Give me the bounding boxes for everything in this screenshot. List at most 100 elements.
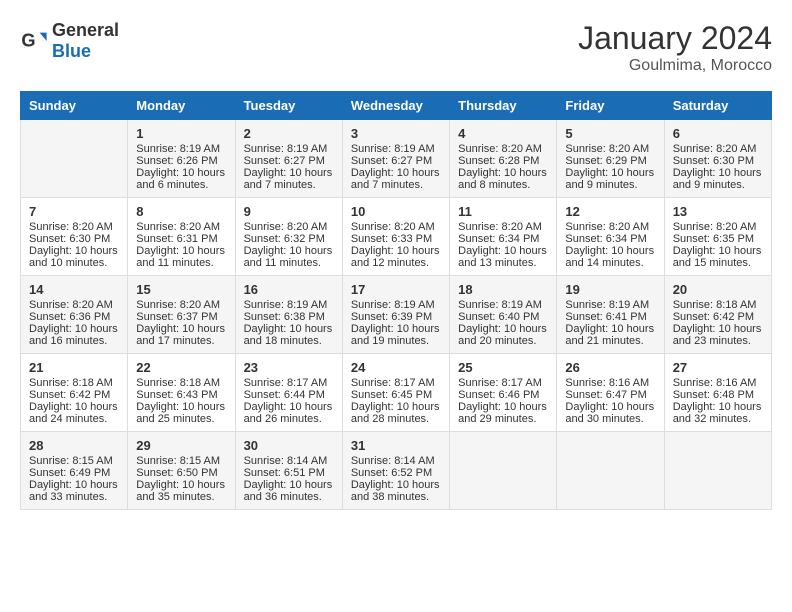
- day-number: 14: [29, 282, 119, 297]
- cell-content-line: Daylight: 10 hours and 32 minutes.: [673, 401, 763, 425]
- cell-content-line: Daylight: 10 hours and 38 minutes.: [351, 479, 441, 503]
- calendar-week-row: 21Sunrise: 8:18 AMSunset: 6:42 PMDayligh…: [21, 354, 772, 432]
- day-of-week-header: Sunday: [21, 92, 128, 120]
- calendar-cell: 2 Sunrise: 8:19 AMSunset: 6:27 PMDaylight…: [235, 120, 342, 198]
- day-of-week-header: Tuesday: [235, 92, 342, 120]
- cell-content-line: Sunrise: 8:17 AM: [244, 377, 334, 389]
- cell-content-line: Sunrise: 8:19 AM: [458, 299, 548, 311]
- cell-content-line: Sunrise: 8:16 AM: [565, 377, 655, 389]
- calendar-cell: 6Sunrise: 8:20 AMSunset: 6:30 PMDaylight…: [664, 120, 771, 198]
- logo-blue: Blue: [52, 41, 91, 61]
- cell-content-line: Daylight: 10 hours and 7 minutes.: [244, 167, 334, 191]
- calendar-cell: 27Sunrise: 8:16 AMSunset: 6:48 PMDayligh…: [664, 354, 771, 432]
- cell-content-line: Sunrise: 8:20 AM: [565, 221, 655, 233]
- calendar-cell: 1Sunrise: 8:19 AMSunset: 6:26 PMDaylight…: [128, 120, 235, 198]
- cell-content-line: Sunset: 6:30 PM: [673, 155, 763, 167]
- cell-content-line: Sunrise: 8:15 AM: [29, 455, 119, 467]
- cell-content-line: Sunset: 6:50 PM: [136, 467, 226, 479]
- cell-content-line: Daylight: 10 hours and 23 minutes.: [673, 323, 763, 347]
- cell-content-line: Sunset: 6:40 PM: [458, 311, 548, 323]
- cell-content-line: Daylight: 10 hours and 30 minutes.: [565, 401, 655, 425]
- cell-content-line: Sunrise: 8:20 AM: [673, 143, 763, 155]
- calendar-cell: 26Sunrise: 8:16 AMSunset: 6:47 PMDayligh…: [557, 354, 664, 432]
- cell-content-line: Sunset: 6:26 PM: [136, 155, 226, 167]
- calendar-header-row: SundayMondayTuesdayWednesdayThursdayFrid…: [21, 92, 772, 120]
- calendar-cell: 14Sunrise: 8:20 AMSunset: 6:36 PMDayligh…: [21, 276, 128, 354]
- calendar-cell: 31Sunrise: 8:14 AMSunset: 6:52 PMDayligh…: [342, 432, 449, 510]
- cell-content-line: Sunrise: 8:18 AM: [673, 299, 763, 311]
- cell-content-line: Sunset: 6:29 PM: [565, 155, 655, 167]
- cell-content-line: Sunrise: 8:20 AM: [29, 299, 119, 311]
- day-number: 2: [244, 126, 334, 141]
- cell-content-line: Sunset: 6:30 PM: [29, 233, 119, 245]
- day-number: 18: [458, 282, 548, 297]
- cell-content-line: Daylight: 10 hours and 36 minutes.: [244, 479, 334, 503]
- day-number: 7: [29, 204, 119, 219]
- cell-content-line: Daylight: 10 hours and 7 minutes.: [351, 167, 441, 191]
- calendar-cell: 19Sunrise: 8:19 AMSunset: 6:41 PMDayligh…: [557, 276, 664, 354]
- cell-content-line: Sunrise: 8:18 AM: [136, 377, 226, 389]
- page-header: G General Blue January 2024 Goulmima, Mo…: [20, 20, 772, 75]
- cell-content-line: Sunrise: 8:17 AM: [351, 377, 441, 389]
- cell-content-line: Sunset: 6:34 PM: [565, 233, 655, 245]
- cell-content-line: Daylight: 10 hours and 16 minutes.: [29, 323, 119, 347]
- day-number: 6: [673, 126, 763, 141]
- cell-content-line: Daylight: 10 hours and 10 minutes.: [29, 245, 119, 269]
- cell-content-line: Daylight: 10 hours and 20 minutes.: [458, 323, 548, 347]
- day-number: 30: [244, 438, 334, 453]
- cell-content-line: Sunset: 6:51 PM: [244, 467, 334, 479]
- calendar-cell: 17Sunrise: 8:19 AMSunset: 6:39 PMDayligh…: [342, 276, 449, 354]
- calendar-table: SundayMondayTuesdayWednesdayThursdayFrid…: [20, 91, 772, 510]
- calendar-cell: 5Sunrise: 8:20 AMSunset: 6:29 PMDaylight…: [557, 120, 664, 198]
- day-of-week-header: Friday: [557, 92, 664, 120]
- day-number: 1: [136, 126, 226, 141]
- calendar-cell: [557, 432, 664, 510]
- calendar-cell: 3Sunrise: 8:19 AMSunset: 6:27 PMDaylight…: [342, 120, 449, 198]
- cell-content-line: Daylight: 10 hours and 21 minutes.: [565, 323, 655, 347]
- day-number: 29: [136, 438, 226, 453]
- cell-content-line: Daylight: 10 hours and 35 minutes.: [136, 479, 226, 503]
- calendar-cell: 13Sunrise: 8:20 AMSunset: 6:35 PMDayligh…: [664, 198, 771, 276]
- day-number: 3: [351, 126, 441, 141]
- day-of-week-header: Saturday: [664, 92, 771, 120]
- calendar-cell: 18 Sunrise: 8:19 AMSunset: 6:40 PMDayligh…: [450, 276, 557, 354]
- day-number: 31: [351, 438, 441, 453]
- cell-content-line: Sunset: 6:31 PM: [136, 233, 226, 245]
- day-of-week-header: Wednesday: [342, 92, 449, 120]
- calendar-cell: 8Sunrise: 8:20 AMSunset: 6:31 PMDaylight…: [128, 198, 235, 276]
- cell-content-line: Daylight: 10 hours and 11 minutes.: [136, 245, 226, 269]
- day-number: 15: [136, 282, 226, 297]
- day-number: 13: [673, 204, 763, 219]
- day-number: 27: [673, 360, 763, 375]
- cell-content-line: Daylight: 10 hours and 11 minutes.: [244, 245, 334, 269]
- day-number: 4: [458, 126, 548, 141]
- cell-content-line: Sunset: 6:41 PM: [565, 311, 655, 323]
- calendar-week-row: 28Sunrise: 8:15 AMSunset: 6:49 PMDayligh…: [21, 432, 772, 510]
- cell-content-line: Daylight: 10 hours and 25 minutes.: [136, 401, 226, 425]
- cell-content-line: Sunset: 6:47 PM: [565, 389, 655, 401]
- calendar-cell: 30 Sunrise: 8:14 AMSunset: 6:51 PMDayligh…: [235, 432, 342, 510]
- calendar-cell: 28Sunrise: 8:15 AMSunset: 6:49 PMDayligh…: [21, 432, 128, 510]
- cell-content-line: Sunrise: 8:14 AM: [244, 455, 334, 467]
- cell-content-line: Sunrise: 8:20 AM: [244, 221, 334, 233]
- calendar-cell: 29Sunrise: 8:15 AMSunset: 6:50 PMDayligh…: [128, 432, 235, 510]
- cell-content-line: Sunset: 6:49 PM: [29, 467, 119, 479]
- cell-content-line: Daylight: 10 hours and 12 minutes.: [351, 245, 441, 269]
- calendar-cell: 12Sunrise: 8:20 AMSunset: 6:34 PMDayligh…: [557, 198, 664, 276]
- cell-content-line: Sunrise: 8:20 AM: [136, 299, 226, 311]
- cell-content-line: Daylight: 10 hours and 29 minutes.: [458, 401, 548, 425]
- day-number: 16: [244, 282, 334, 297]
- cell-content-line: Sunrise: 8:19 AM: [244, 143, 334, 155]
- month-year: January 2024: [578, 20, 772, 57]
- cell-content-line: Sunset: 6:27 PM: [244, 155, 334, 167]
- cell-content-line: Sunset: 6:27 PM: [351, 155, 441, 167]
- day-of-week-header: Thursday: [450, 92, 557, 120]
- cell-content-line: Daylight: 10 hours and 18 minutes.: [244, 323, 334, 347]
- cell-content-line: Sunset: 6:37 PM: [136, 311, 226, 323]
- calendar-cell: 22Sunrise: 8:18 AMSunset: 6:43 PMDayligh…: [128, 354, 235, 432]
- cell-content-line: Daylight: 10 hours and 15 minutes.: [673, 245, 763, 269]
- day-number: 24: [351, 360, 441, 375]
- day-number: 25: [458, 360, 548, 375]
- cell-content-line: Sunset: 6:28 PM: [458, 155, 548, 167]
- cell-content-line: Daylight: 10 hours and 8 minutes.: [458, 167, 548, 191]
